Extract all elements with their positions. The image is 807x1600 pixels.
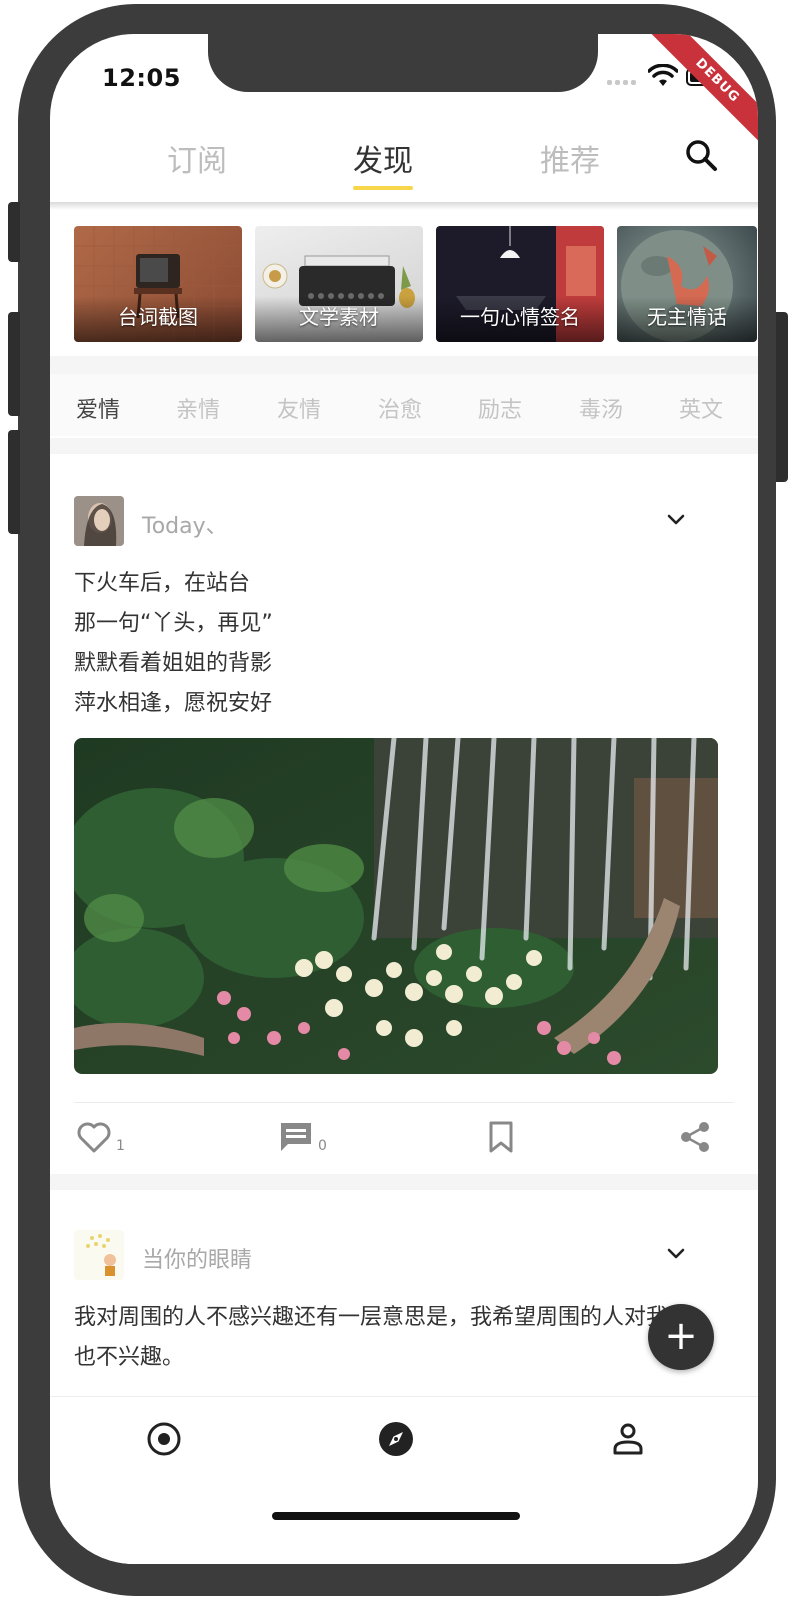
category-card[interactable]: 一句心情签名 bbox=[436, 226, 604, 342]
comment-icon bbox=[281, 1123, 311, 1151]
section-divider bbox=[50, 438, 758, 454]
wifi-icon bbox=[648, 64, 678, 86]
category-card-label: 一句心情签名 bbox=[460, 305, 580, 329]
post-body: 我对周围的人不感兴趣还有一层意思是，我希望周围的人对我 也不兴趣。 bbox=[74, 1298, 668, 1378]
person-icon[interactable] bbox=[608, 1419, 648, 1459]
post-line: 默默看着姐姐的背影 bbox=[74, 651, 273, 676]
home-indicator[interactable] bbox=[272, 1512, 520, 1520]
plus-icon: + bbox=[664, 1313, 698, 1359]
volume-down-button bbox=[8, 430, 20, 534]
tab-recommend[interactable]: 推荐 bbox=[540, 136, 600, 180]
tab-subscribe[interactable]: 订阅 bbox=[167, 136, 227, 180]
category-card-label: 文学素材 bbox=[299, 305, 379, 329]
signal-icon bbox=[607, 80, 636, 85]
avatar[interactable] bbox=[74, 1230, 124, 1280]
post-line: 也不兴趣。 bbox=[74, 1345, 185, 1370]
tab-discover[interactable]: 发现 bbox=[353, 136, 413, 180]
tag-toxic[interactable]: 毒汤 bbox=[579, 392, 623, 424]
active-tab-indicator bbox=[353, 186, 413, 190]
category-card[interactable]: 台词截图 bbox=[74, 226, 242, 342]
post-line: 我对周围的人不感兴趣还有一层意思是，我希望周围的人对我 bbox=[74, 1305, 669, 1330]
category-card[interactable]: 无主情话 bbox=[617, 226, 757, 342]
chevron-down-icon[interactable] bbox=[664, 508, 688, 532]
tag-inspiration[interactable]: 励志 bbox=[478, 392, 522, 424]
header-shadow bbox=[50, 202, 758, 210]
post-line: 那一句“丫头，再见” bbox=[74, 611, 273, 636]
heart-outline-icon bbox=[77, 1122, 111, 1153]
category-card[interactable]: 文学素材 bbox=[255, 226, 423, 342]
bottom-nav bbox=[50, 1396, 758, 1564]
post-username[interactable]: 当你的眼睛 bbox=[142, 1242, 252, 1274]
post-line: 萍水相逢，愿祝安好 bbox=[74, 691, 273, 716]
post-line: 下火车后，在站台 bbox=[74, 571, 251, 596]
category-card-label: 无主情话 bbox=[647, 305, 727, 329]
section-divider bbox=[50, 1174, 758, 1190]
category-card-label: 台词截图 bbox=[118, 305, 198, 329]
power-button bbox=[776, 312, 788, 482]
mute-switch bbox=[8, 202, 20, 262]
app-screen: 12:05 DEBUG 订阅 发现 推荐 台词截图 文学素材 一句心情签名 无主… bbox=[50, 34, 758, 1564]
tag-healing[interactable]: 治愈 bbox=[378, 392, 422, 424]
post-divider bbox=[74, 1102, 734, 1103]
post-username[interactable]: Today、 bbox=[142, 508, 228, 540]
radio-circle-icon[interactable] bbox=[144, 1419, 184, 1459]
search-icon[interactable] bbox=[682, 136, 722, 176]
notch bbox=[208, 34, 598, 92]
compass-icon[interactable] bbox=[376, 1419, 416, 1459]
chevron-down-icon[interactable] bbox=[664, 1242, 688, 1266]
section-divider bbox=[50, 356, 758, 374]
volume-up-button bbox=[8, 312, 20, 416]
tag-english[interactable]: 英文 bbox=[679, 392, 723, 424]
like-count: 1 bbox=[116, 1138, 125, 1154]
tag-bar: 爱情 亲情 友情 治愈 励志 毒汤 英文 bbox=[50, 374, 758, 436]
comment-button[interactable]: 0 bbox=[278, 1120, 327, 1154]
comment-count: 0 bbox=[318, 1138, 327, 1154]
add-post-button[interactable]: + bbox=[648, 1304, 714, 1370]
bookmark-icon[interactable] bbox=[486, 1120, 516, 1154]
status-time: 12:05 bbox=[102, 64, 181, 92]
tag-love[interactable]: 爱情 bbox=[76, 392, 120, 424]
category-carousel: 台词截图 文学素材 一句心情签名 无主情话 bbox=[74, 226, 758, 344]
avatar[interactable] bbox=[74, 496, 124, 546]
post-photo[interactable] bbox=[74, 738, 718, 1074]
tag-friendship[interactable]: 友情 bbox=[277, 392, 321, 424]
share-icon[interactable] bbox=[678, 1120, 712, 1154]
top-tab-bar: 订阅 发现 推荐 bbox=[50, 124, 758, 202]
like-button[interactable]: 1 bbox=[76, 1120, 125, 1154]
tag-family[interactable]: 亲情 bbox=[176, 392, 220, 424]
post-body: 下火车后，在站台 那一句“丫头，再见” 默默看着姐姐的背影 萍水相逢，愿祝安好 bbox=[74, 564, 273, 724]
